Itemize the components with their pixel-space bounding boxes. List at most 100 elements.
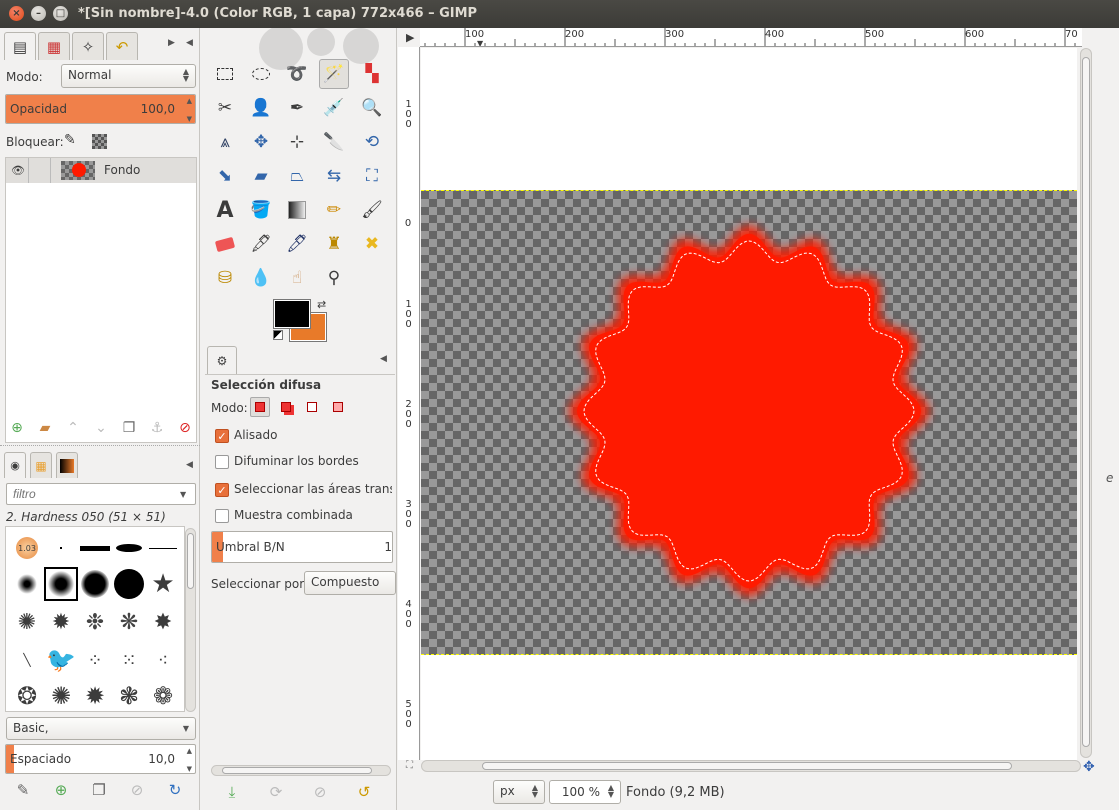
brush-item[interactable]: 🐦 [44,643,78,677]
tab-undo-history[interactable]: ↶ [106,32,138,60]
brush-item[interactable]: ❃ [112,679,146,711]
brush-item[interactable]: 1.03 [10,531,44,565]
duplicate-brush-icon[interactable]: ❐ [90,781,108,799]
restore-options-icon[interactable]: ⟳ [267,783,285,801]
free-select-tool[interactable]: ➰ [282,59,312,89]
intersect-selection-mode[interactable] [328,397,348,417]
scale-tool[interactable]: ⬊ [210,161,240,191]
brush-item[interactable]: ✸ [146,605,180,639]
spin-arrows-icon[interactable]: ▲ ▼ [187,747,192,773]
cage-transform-tool[interactable]: ⛶ [357,161,387,191]
brush-filter-input[interactable] [6,483,196,505]
canvas-workspace[interactable] [421,48,1077,760]
new-layer-group-icon[interactable]: ▰ [36,419,54,437]
layer-row[interactable]: 👁 Fondo [6,158,196,183]
paintbrush-tool[interactable]: 🖌 [357,195,387,225]
brush-item[interactable]: ✺ [10,605,44,639]
paths-tool[interactable]: ✒ [282,93,312,123]
brush-item[interactable] [10,567,44,601]
scrollbar-thumb[interactable] [1082,57,1090,747]
sample-merged-checkbox[interactable]: ✓ [215,509,229,523]
maximize-window-button[interactable]: □ [53,6,68,21]
layers-list[interactable]: 👁 Fondo [5,157,197,443]
zoom-tool[interactable]: 🔍 [357,93,387,123]
delete-layer-icon[interactable]: ⊘ [176,419,194,437]
options-tab-menu-icon[interactable]: ◀ [380,354,387,364]
rect-select-tool[interactable] [210,59,240,89]
heal-tool[interactable]: ✖ [357,229,387,259]
dodge-burn-tool[interactable]: ⚲ [319,263,349,293]
move-tool[interactable]: ✥ [246,127,276,157]
anchor-layer-icon[interactable]: ⚓ [148,419,166,437]
brush-item[interactable]: ✺ [44,679,78,711]
crop-tool[interactable]: 🔪 [319,127,349,157]
tab-gradients[interactable] [56,452,78,478]
blur-tool[interactable]: 💧 [246,263,276,293]
brush-item[interactable]: ✹ [78,679,112,711]
brush-item[interactable]: ⁖ [146,643,180,677]
brush-item[interactable] [112,567,146,601]
canvas-vscrollbar[interactable] [1080,48,1092,758]
fuzzy-select-tool[interactable]: 🪄 [319,59,349,89]
edit-brush-icon[interactable]: ✎ [14,781,32,799]
clone-tool[interactable]: ♜ [319,229,349,259]
color-picker-tool[interactable]: 💉 [319,93,349,123]
spacing-slider[interactable]: Espaciado 10,0 ▲ ▼ [5,744,196,774]
pencil-tool[interactable]: ✏ [319,195,349,225]
smudge-tool[interactable]: ☝ [282,263,312,293]
brush-grid[interactable]: 1.03 ★ ✺ ✹ ❉ ❋ ✸ ╲ 🐦 ⁘ ⁙ ⁖ ❂ ✺ ✹ ❃ ❁ [5,526,185,712]
brush-item[interactable] [78,531,112,565]
text-tool[interactable]: A [210,195,240,225]
eye-icon[interactable]: 👁 [11,164,25,177]
add-selection-mode[interactable] [276,397,296,417]
reset-options-icon[interactable]: ↺ [355,783,373,801]
vertical-ruler[interactable]: 100 0 100 200 300 400 500 [398,47,420,760]
foreground-color-swatch[interactable] [273,299,311,329]
chevron-down-icon[interactable]: ▼ [180,490,186,499]
tab-channels[interactable]: ▦ [38,32,70,60]
scissors-select-tool[interactable]: ✂ [210,93,240,123]
shear-tool[interactable]: ▰ [246,161,276,191]
spin-arrows-icon[interactable]: ▲ ▼ [187,97,192,123]
pane-separator[interactable] [0,445,200,447]
options-hscrollbar[interactable] [211,765,391,776]
tab-tool-options[interactable]: ⚙ [207,346,237,374]
select-by-select[interactable]: Compuesto [304,571,396,595]
save-options-icon[interactable]: ⤓ [223,783,241,801]
antialias-checkbox[interactable]: ✓ [215,429,229,443]
brush-item[interactable]: ⁙ [112,643,146,677]
opacity-slider[interactable]: Opacidad 100,0 ▲ ▼ [5,94,196,124]
flip-tool[interactable]: ⇆ [319,161,349,191]
brush-item[interactable] [44,531,78,565]
replace-selection-mode[interactable] [250,397,270,417]
foreground-select-tool[interactable]: 👤 [246,93,276,123]
scrollbar-thumb[interactable] [187,533,194,589]
delete-options-icon[interactable]: ⊘ [311,783,329,801]
tab-layers[interactable]: ▤ [4,32,36,60]
image-canvas[interactable] [421,190,1077,655]
subtract-selection-mode[interactable] [302,397,322,417]
align-tool[interactable]: ⊹ [282,127,312,157]
new-layer-icon[interactable]: ⊕ [8,419,26,437]
navigate-icon[interactable]: ✥ [1083,759,1095,775]
brush-item[interactable]: ⁘ [78,643,112,677]
threshold-slider[interactable]: Umbral B/N 1 [211,531,393,563]
unit-select[interactable]: px ▲ ▼ [493,780,545,804]
blend-tool[interactable] [282,195,312,225]
scrollbar-thumb[interactable] [222,767,372,774]
select-by-color-tool[interactable]: ▚ [357,59,387,89]
brush-item[interactable] [146,531,180,565]
brush-grid-scrollbar[interactable] [185,528,196,712]
brush-item[interactable]: ╲ [10,643,44,677]
bucket-fill-tool[interactable]: 🪣 [246,195,276,225]
tabs-scroll-right-icon[interactable]: ▶ [168,38,175,48]
new-brush-icon[interactable]: ⊕ [52,781,70,799]
menu-arrow-icon[interactable]: ▶ [406,31,414,44]
brush-item[interactable] [78,567,112,601]
delete-brush-icon[interactable]: ⊘ [128,781,146,799]
default-colors-icon[interactable] [273,330,283,340]
brush-item[interactable] [112,531,146,565]
tab-patterns[interactable]: ▦ [30,452,52,478]
eraser-tool[interactable] [210,229,240,259]
layer-mode-select[interactable]: Normal ▲ ▼ [61,64,196,88]
